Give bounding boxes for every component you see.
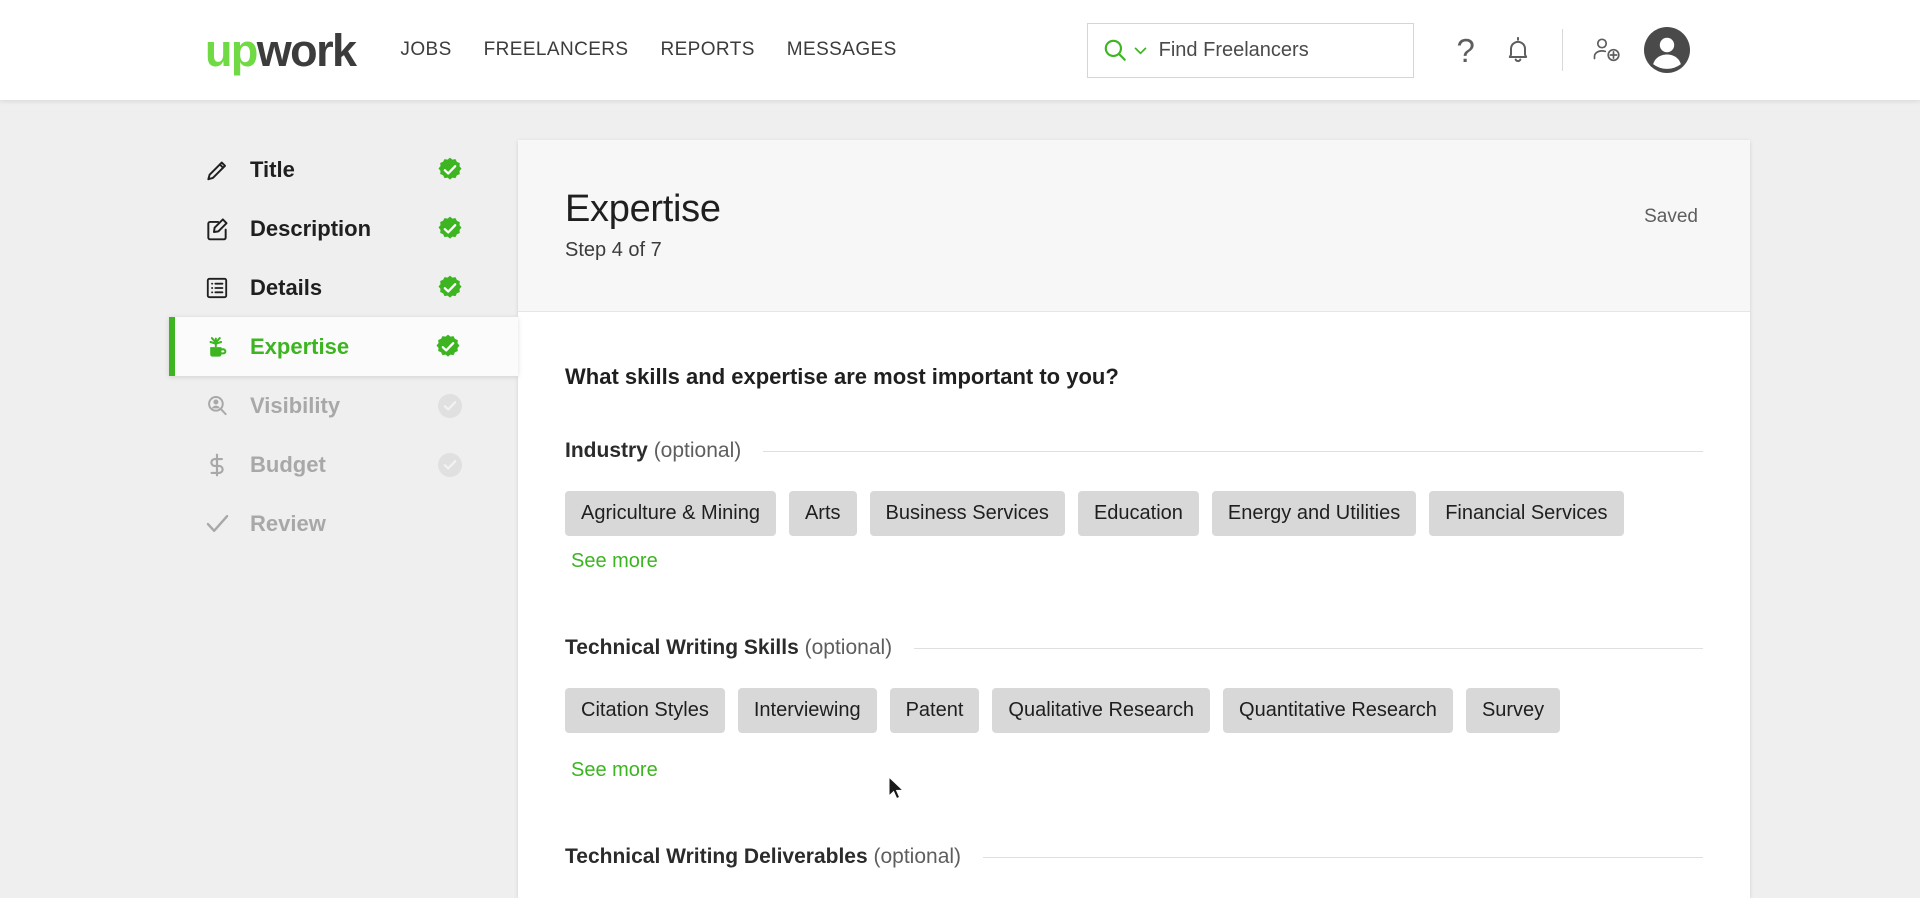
- step-complete-badge: [437, 157, 463, 183]
- page-title: Expertise: [565, 188, 721, 230]
- section-industry: Industry (optional) Agriculture & Mining…: [565, 439, 1703, 573]
- section-title: Industry (optional): [565, 439, 741, 463]
- logo-work-text: work: [256, 24, 357, 76]
- page-body: Title Description Details Expertise Visi…: [0, 100, 1920, 898]
- card-body: What skills and expertise are most impor…: [518, 312, 1750, 898]
- search-icon: [1102, 37, 1128, 63]
- sidebar-item-label: Budget: [250, 451, 326, 477]
- tag-option[interactable]: Agriculture & Mining: [565, 491, 776, 536]
- chevron-down-icon[interactable]: [1132, 42, 1149, 59]
- note-edit-icon: [200, 216, 234, 242]
- search-placeholder-text: Find Freelancers: [1158, 38, 1309, 61]
- top-navbar: upwork JOBS FREELANCERS REPORTS MESSAGES…: [0, 0, 1920, 100]
- sidebar-item-label: Expertise: [250, 333, 350, 359]
- step-complete-badge: [437, 216, 463, 242]
- sidebar-item-label: Review: [250, 510, 326, 536]
- sidebar-item-expertise[interactable]: Expertise: [169, 317, 518, 376]
- tag-option[interactable]: Business Services: [869, 491, 1065, 536]
- industry-tag-row: Agriculture & Mining Arts Business Servi…: [565, 491, 1703, 573]
- sidebar-item-details[interactable]: Details: [171, 258, 518, 317]
- help-icon-glyph: ?: [1456, 31, 1475, 69]
- tag-option[interactable]: Patent: [889, 688, 980, 733]
- tag-option[interactable]: Interviewing: [737, 688, 877, 733]
- section-optional-text: (optional): [653, 439, 742, 462]
- sidebar-item-label: Title: [250, 156, 295, 182]
- section-title-text: Industry: [565, 439, 648, 462]
- search-input[interactable]: Find Freelancers: [1086, 22, 1414, 78]
- see-more-link-industry[interactable]: See more: [565, 550, 664, 573]
- nav-link-messages[interactable]: MESSAGES: [787, 39, 897, 61]
- section-header: Industry (optional): [565, 439, 1703, 463]
- section-optional-text: (optional): [804, 636, 893, 659]
- sidebar-item-label: Visibility: [250, 392, 341, 418]
- section-divider: [983, 856, 1703, 858]
- question-heading: What skills and expertise are most impor…: [565, 364, 1119, 389]
- section-technical-writing-skills: Technical Writing Skills (optional) Cita…: [565, 636, 1703, 782]
- section-divider: [763, 450, 1703, 452]
- sidebar-item-visibility[interactable]: Visibility: [171, 376, 518, 435]
- notifications-bell-icon[interactable]: [1492, 24, 1544, 76]
- tag-option[interactable]: Quantitative Research: [1223, 688, 1453, 733]
- person-search-icon: [200, 393, 234, 419]
- step-pending-badge: [437, 452, 463, 478]
- dollar-icon: [200, 452, 234, 478]
- section-title-text: Technical Writing Skills: [565, 636, 799, 659]
- nav-link-freelancers[interactable]: FREELANCERS: [484, 39, 629, 61]
- expertise-card: Expertise Step 4 of 7 Saved What skills …: [518, 140, 1750, 898]
- nav-divider: [1561, 29, 1563, 71]
- plant-mug-icon: [200, 333, 234, 360]
- see-more-link-skills[interactable]: See more: [565, 759, 664, 782]
- invite-user-icon[interactable]: [1581, 24, 1633, 76]
- step-complete-badge: [437, 275, 463, 301]
- step-complete-badge: [435, 334, 461, 360]
- check-icon: [200, 510, 234, 537]
- saved-status: Saved: [1644, 206, 1698, 227]
- sidebar-item-budget[interactable]: Budget: [171, 435, 518, 494]
- tag-option[interactable]: Qualitative Research: [992, 688, 1211, 733]
- tag-option[interactable]: Energy and Utilities: [1211, 491, 1417, 536]
- job-post-stepper: Title Description Details Expertise Visi…: [0, 140, 518, 898]
- avatar[interactable]: [1643, 26, 1691, 74]
- sidebar-item-label: Description: [250, 215, 372, 241]
- section-title: Technical Writing Skills (optional): [565, 636, 892, 660]
- nav-link-reports[interactable]: REPORTS: [660, 39, 754, 61]
- section-optional-text: (optional): [873, 845, 962, 868]
- nav-link-jobs[interactable]: JOBS: [400, 39, 451, 61]
- card-header: Expertise Step 4 of 7 Saved: [518, 140, 1750, 312]
- tag-option[interactable]: Financial Services: [1429, 491, 1624, 536]
- nav-icon-group: ?: [1440, 24, 1691, 76]
- section-technical-writing-deliverables: Technical Writing Deliverables (optional…: [565, 845, 1703, 898]
- tag-option[interactable]: Education: [1077, 491, 1199, 536]
- section-title-text: Technical Writing Deliverables: [565, 845, 868, 868]
- tag-option[interactable]: Survey: [1465, 688, 1561, 733]
- upwork-logo[interactable]: upwork: [205, 24, 357, 76]
- tag-option[interactable]: Citation Styles: [565, 688, 725, 733]
- section-divider: [914, 647, 1703, 649]
- sidebar-item-review[interactable]: Review: [171, 494, 518, 553]
- card-header-titles: Expertise Step 4 of 7: [565, 188, 721, 262]
- list-icon: [200, 275, 234, 301]
- sidebar-item-title[interactable]: Title: [171, 140, 518, 199]
- tag-option[interactable]: Arts: [788, 491, 857, 536]
- step-pending-badge: [437, 393, 463, 419]
- main-content: Expertise Step 4 of 7 Saved What skills …: [518, 140, 1920, 898]
- step-indicator: Step 4 of 7: [565, 238, 662, 261]
- sidebar-item-label: Details: [250, 274, 323, 300]
- section-header: Technical Writing Deliverables (optional…: [565, 845, 1703, 869]
- logo-up-text: up: [205, 24, 258, 76]
- section-title: Technical Writing Deliverables (optional…: [565, 845, 961, 869]
- main-nav-links: JOBS FREELANCERS REPORTS MESSAGES: [400, 39, 896, 61]
- pencil-icon: [200, 157, 234, 183]
- help-icon[interactable]: ?: [1440, 24, 1492, 76]
- skills-tag-row: Citation Styles Interviewing Patent Qual…: [565, 688, 1703, 733]
- sidebar-item-description[interactable]: Description: [171, 199, 518, 258]
- section-header: Technical Writing Skills (optional): [565, 636, 1703, 660]
